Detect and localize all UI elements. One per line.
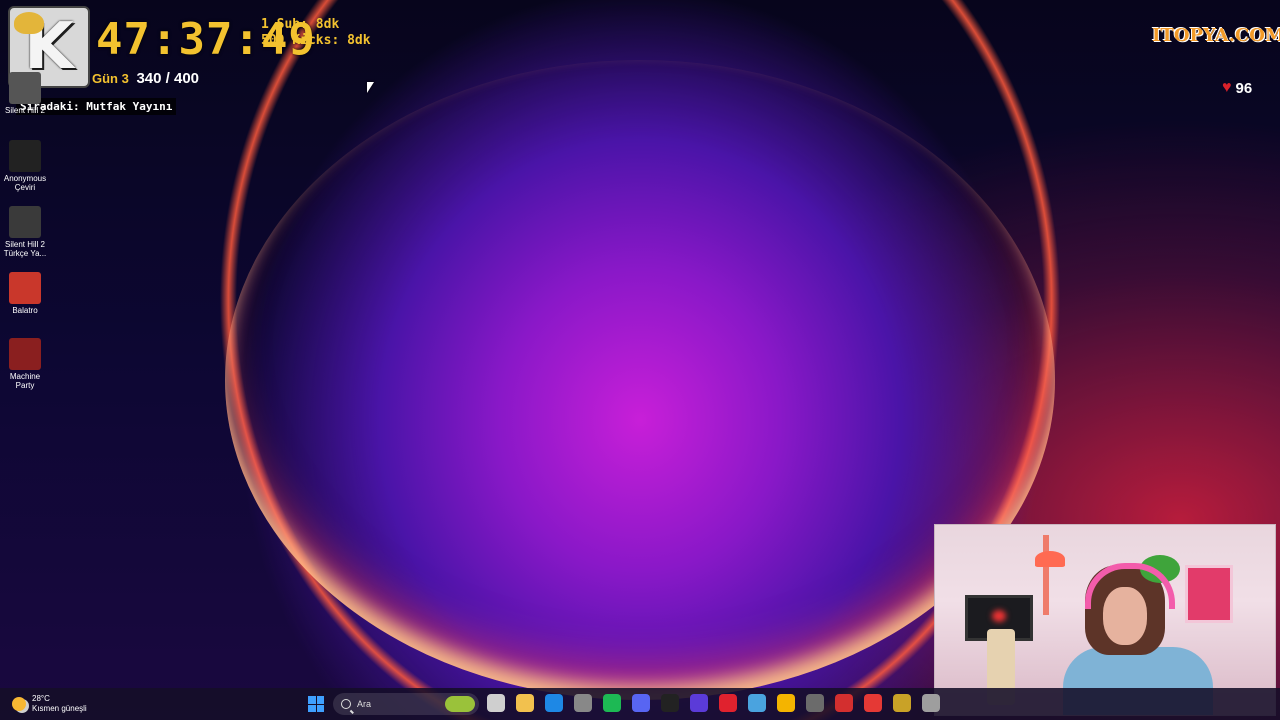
search-highlight-icon [445,696,475,712]
desktop-icon[interactable]: Balatro [2,272,48,315]
weather-condition: Kısmen güneşli [32,704,87,713]
desktop-icon-label: Anonymous Çeviri [3,174,47,192]
game-icon[interactable] [806,694,824,712]
goal-sub: 1 Sub: 8dk [261,17,340,32]
task-view-icon[interactable] [487,694,505,712]
balatro-icon [9,272,41,304]
sub-goal-count: 340 / 400 [136,70,200,87]
media-icon[interactable] [835,694,853,712]
outlook-icon[interactable] [545,694,563,712]
windows-start-icon[interactable] [308,696,324,712]
silent-hill-tr-icon [9,206,41,238]
chatgpt-icon[interactable] [574,694,592,712]
day-label: Gün 3 [92,71,129,86]
weather-temperature: 28°C [32,694,50,703]
goal-list: 1 Sub: 8dk 500 Kicks: 8dk [261,17,371,49]
opera-icon[interactable] [719,694,737,712]
machine-party-icon [9,338,41,370]
desktop-icon[interactable]: Silent Hill 2 [2,72,48,115]
desktop-icon-label: Balatro [12,306,38,315]
desktop-icon-label: Silent Hill 2 [4,106,45,115]
partly-sunny-icon [12,697,26,711]
discord-icon[interactable] [632,694,650,712]
desktop-icon[interactable]: Machine Party [2,338,48,390]
goal-kicks: 500 Kicks: 8dk [261,33,371,48]
notepad-icon[interactable] [748,694,766,712]
app-grid-icon[interactable] [690,694,708,712]
weather-widget[interactable]: 28°C Kısmen güneşli [12,694,87,714]
desktop-icon[interactable]: Silent Hill 2 Türkçe Ya... [2,206,48,258]
hearts-counter: ♥ 96 [1222,79,1252,97]
logitech-icon[interactable] [661,694,679,712]
taskbar-apps [487,694,940,712]
desktop-icon[interactable]: Anonymous Çeviri [2,140,48,192]
desktop-icon-label: Machine Party [9,372,41,390]
spotify-icon[interactable] [603,694,621,712]
lamp-head [1035,551,1065,567]
wallpaper-glow [225,60,1055,700]
taskbar-search[interactable]: Ara [333,693,479,715]
taskbar: 28°C Kısmen güneşli Ara [0,688,1280,720]
brush-icon[interactable] [893,694,911,712]
mouse-cursor-icon [367,82,374,93]
chrome-icon[interactable] [777,694,795,712]
hearts-count: 96 [1235,79,1253,97]
silent-hill-icon [9,72,41,104]
anonymous-icon [9,140,41,172]
heart-icon: ♥ [1222,79,1232,96]
settings-icon[interactable] [922,694,940,712]
file-explorer-icon[interactable] [516,694,534,712]
wall-poster [1185,565,1233,623]
day-counter: Gün 3 340 / 400 [92,70,199,87]
bird-icon [14,12,44,34]
search-icon [341,699,351,709]
red-app-icon[interactable] [864,694,882,712]
desktop-icon-label: Silent Hill 2 Türkçe Ya... [3,240,47,258]
sponsor-logo: ITOPYA.COM [1152,25,1280,46]
lamp [1043,535,1049,615]
search-placeholder: Ara [357,699,372,709]
